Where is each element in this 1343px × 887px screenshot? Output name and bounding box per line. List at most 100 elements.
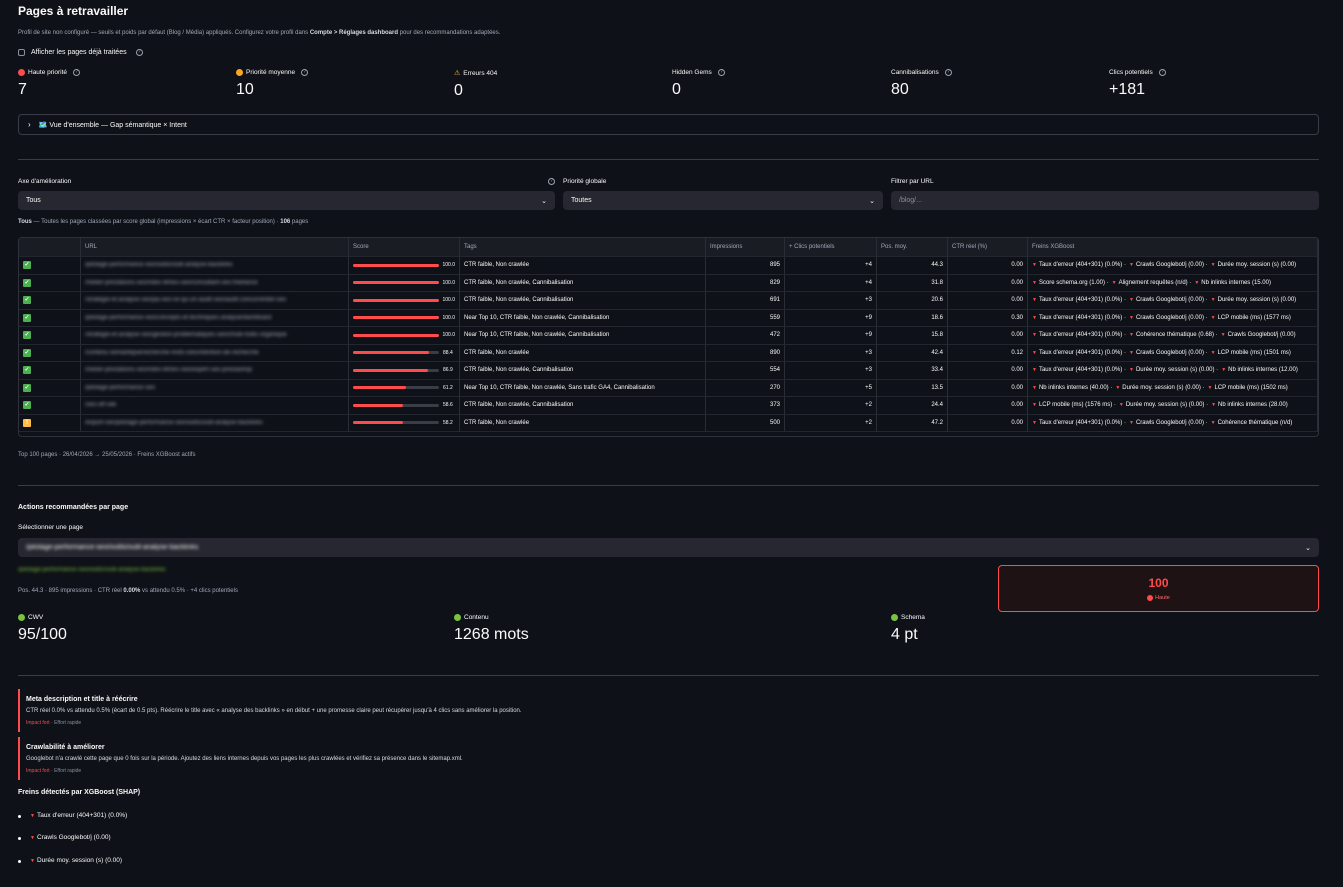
col-header-impressions[interactable]: Impressions: [706, 238, 785, 256]
score-bar: [353, 351, 439, 355]
table-row[interactable]: ✓ /strategie-et-analyse-seo/gestion-probl…: [19, 326, 1318, 344]
position-cell: 24.4: [877, 397, 948, 414]
kpi-cwv: CWV 95/100: [18, 614, 67, 644]
axis-select[interactable]: Tous ⌄: [18, 191, 555, 210]
freins-cell: ▼ Nb inlinks internes (40.00) · ▼ Durée moy…: [1028, 379, 1318, 396]
url-filter-input[interactable]: /blog/...: [891, 191, 1319, 210]
table-row[interactable]: ✓ /contenu-semantique/recherche-mots-cles…: [19, 343, 1318, 361]
url-cell: /pilotage-performance-seo/outils/outil-a…: [81, 257, 349, 274]
table-row[interactable]: [19, 431, 1318, 436]
table-row[interactable]: ✓ /seo-off-site 58.6 CTR faible, Non crawlé…: [19, 396, 1318, 414]
rec-meta: Impact fort · Effort rapide: [26, 768, 1319, 774]
position-cell: 44.3: [877, 257, 948, 274]
score-label: 100.0: [442, 314, 455, 321]
table-row[interactable]: ✓ /pilotage-performance-seo 61.2 Near Top 1…: [19, 378, 1318, 396]
kpi-value: 95/100: [18, 626, 67, 643]
kpi-content: Contenu 1268 mots: [454, 614, 529, 644]
down-triangle-icon: ▼: [1128, 349, 1134, 356]
overview-expander[interactable]: › 🗺️ Vue d'ensemble — Gap sémantique × I…: [18, 114, 1319, 135]
page-url-link[interactable]: /pilotage-performance-seo/outils/outil-a…: [18, 567, 166, 573]
page-select[interactable]: /pilotage-performance-seo/outils/outil-a…: [18, 538, 1319, 557]
ctr-cell: 0.00: [948, 292, 1028, 309]
table-row[interactable]: ✓ /metier-prestations-seo/rides-filmes-se…: [19, 273, 1318, 291]
pages-table[interactable]: URL Score Tags Impressions + Clics poten…: [18, 237, 1319, 437]
check-icon: ✓: [23, 401, 31, 410]
score-bar: [353, 298, 439, 302]
col-header-status[interactable]: [19, 238, 81, 256]
score-bar: [353, 281, 439, 285]
kpi-label: Schema: [901, 614, 925, 621]
url-cell: /metier-prestations-seo/rides-filmes-seo…: [81, 362, 349, 379]
help-icon[interactable]: ?: [73, 69, 81, 76]
recommendation-card: Crawlabilité à améliorer Googlebot n'a c…: [18, 737, 1319, 780]
freins-cell: ▼ Taux d'erreur (404+301) (0.0%) · ▼ Crawls…: [1028, 292, 1318, 309]
score-cell: 100.0: [349, 257, 460, 274]
col-header-tags[interactable]: Tags: [460, 238, 706, 256]
frein-item: Durée moy. session (s) (0.00): [1217, 262, 1297, 269]
show-processed-checkbox[interactable]: Afficher les pages déjà traitées ?: [18, 49, 143, 56]
ctr-cell: 0.00: [948, 257, 1028, 274]
down-triangle-icon: ▼: [1128, 367, 1134, 374]
metric-cannibalisations: Cannibalisations? 80: [891, 69, 1091, 99]
col-header-url[interactable]: URL: [81, 238, 349, 256]
tags-cell: CTR faible, Non crawlée: [460, 257, 706, 274]
axis-select-value: Tous: [26, 197, 41, 204]
col-header-potential-clicks[interactable]: + Clics potentiels: [785, 238, 877, 256]
stats-ctr: 0.00%: [123, 588, 141, 594]
frein-item: Crawls Googlebot/j (0.00) ·: [1135, 314, 1208, 321]
frein-item: Alignement requêtes (n/d) ·: [1118, 279, 1192, 286]
url-text: /metier-prestations-seo/rides-filmes-seo…: [85, 367, 253, 374]
position-cell: 20.6: [877, 292, 948, 309]
caption-end: pages: [290, 219, 309, 225]
score-label: 61.2: [443, 384, 453, 391]
help-icon[interactable]: ?: [548, 178, 555, 185]
col-header-score[interactable]: Score: [349, 238, 460, 256]
score-bar-fill: [353, 368, 428, 372]
position-cell: 42.4: [877, 344, 948, 361]
impressions-cell: 472: [706, 327, 785, 344]
orange-dot-icon: [236, 69, 243, 76]
priority-select[interactable]: Toutes ⌄: [563, 191, 883, 210]
rec-desc: CTR réel 0.0% vs attendu 0.5% (écart de …: [26, 708, 522, 714]
shap-item-label: Taux d'erreur (404+301) (0.0%): [36, 812, 128, 819]
divider: [18, 485, 1319, 486]
col-header-freins[interactable]: Freins XGBoost: [1028, 238, 1318, 256]
help-icon[interactable]: ?: [135, 49, 143, 56]
potential-clicks-cell: +4: [785, 257, 877, 274]
help-icon[interactable]: ?: [301, 69, 309, 76]
help-icon[interactable]: ?: [1158, 69, 1166, 76]
col-header-ctr[interactable]: CTR réel (%): [948, 238, 1028, 256]
metric-medium-priority: Priorité moyenne? 10: [236, 69, 436, 99]
check-icon: ✓: [23, 261, 31, 270]
checkbox-box[interactable]: [18, 49, 25, 56]
down-triangle-icon: ▼: [1032, 402, 1037, 409]
score-label: 58.6: [443, 402, 453, 409]
ctr-cell: 0.00: [948, 414, 1028, 431]
table-row[interactable]: ✓ /metier-prestations-seo/rides-filmes-se…: [19, 361, 1318, 379]
help-icon[interactable]: ?: [717, 69, 725, 76]
down-triangle-icon: ▼: [30, 812, 35, 819]
status-cell: !: [19, 414, 81, 431]
table-row[interactable]: ✓ /strategie-et-analyse-seo/pa-seo-ce-qu-…: [19, 291, 1318, 309]
impressions-cell: 373: [706, 397, 785, 414]
tags-cell: CTR faible, Non crawlée: [460, 344, 706, 361]
potential-clicks-cell: +3: [785, 292, 877, 309]
down-triangle-icon: ▼: [1128, 332, 1134, 339]
caption-axis: Tous: [18, 219, 32, 225]
impressions-cell: 691: [706, 292, 785, 309]
down-triangle-icon: ▼: [30, 834, 35, 841]
table-row[interactable]: ! /export-seo/pilotage-performance-seo/ou…: [19, 413, 1318, 431]
potential-clicks-cell: +3: [785, 344, 877, 361]
table-row[interactable]: ✓ /pilotage-performance-seo/outils/outil-…: [19, 256, 1318, 274]
down-triangle-icon: ▼: [1115, 384, 1121, 391]
score-cell: 100.0: [349, 309, 460, 326]
score-label: 58.2: [443, 419, 453, 426]
col-header-position[interactable]: Pos. moy.: [877, 238, 948, 256]
frein-item: Durée moy. session (s) (0.00) ·: [1135, 367, 1219, 374]
potential-clicks-cell: +4: [785, 274, 877, 291]
table-row[interactable]: ✓ /pilotage-performance-seo/concepts-et-t…: [19, 308, 1318, 326]
freins-cell: ▼ Taux d'erreur (404+301) (0.0%) · ▼ Cohére…: [1028, 327, 1318, 344]
metric-value: 0: [672, 81, 681, 98]
help-icon[interactable]: ?: [944, 69, 952, 76]
score-bar-fill: [353, 333, 439, 337]
